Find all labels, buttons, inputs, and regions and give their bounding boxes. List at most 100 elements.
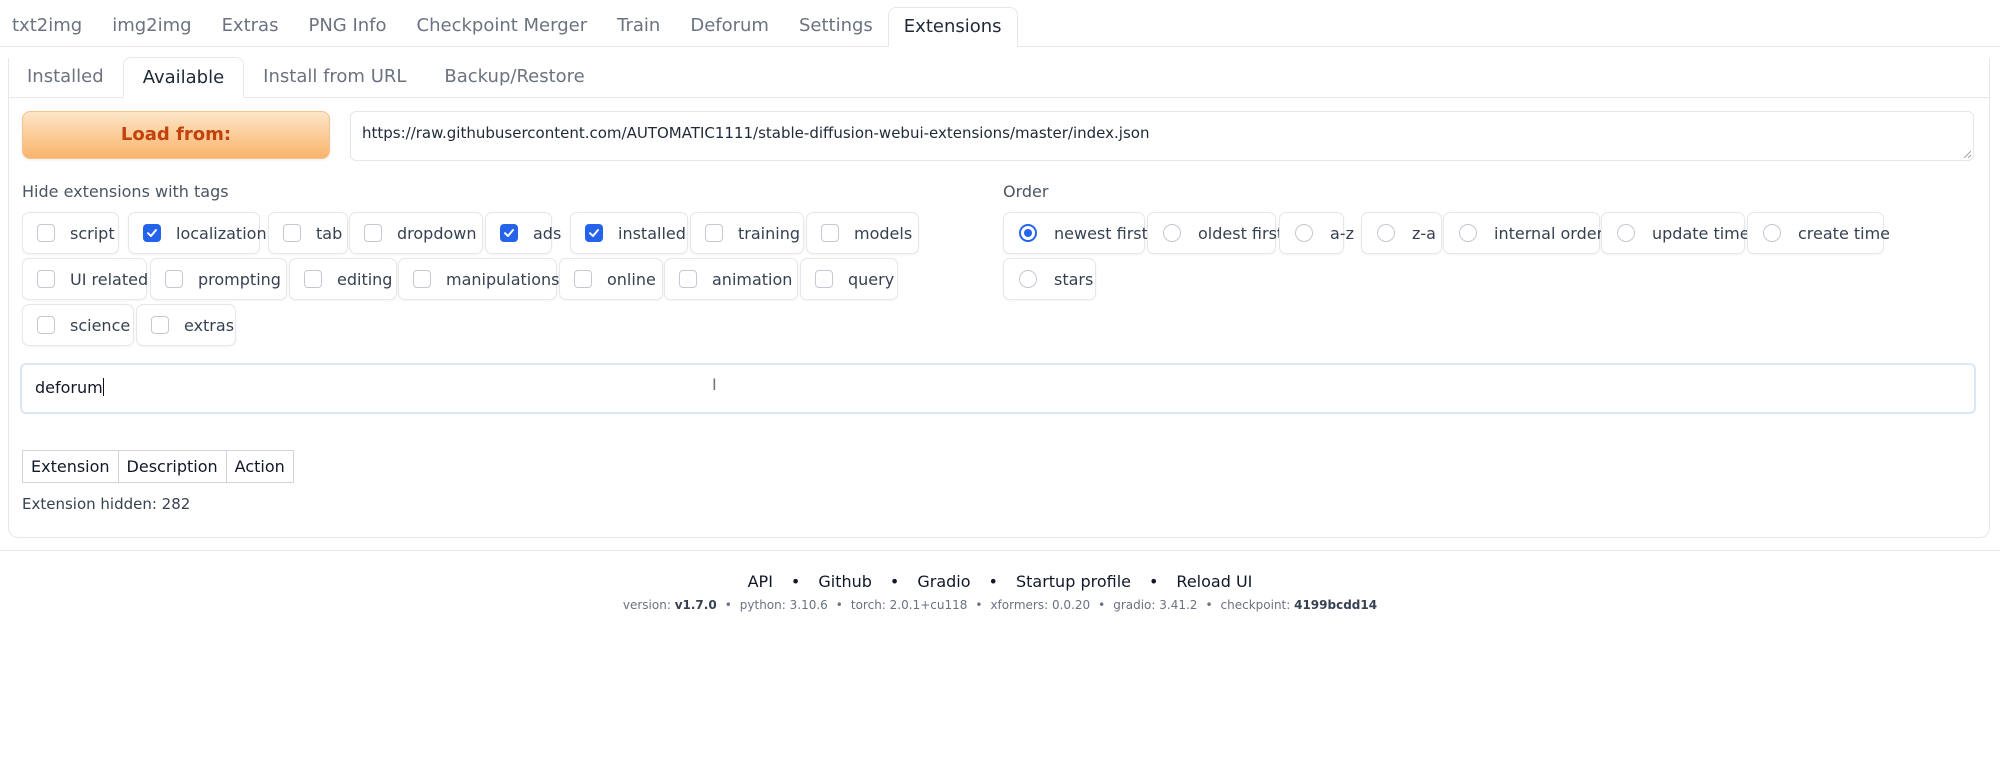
tag-checkbox-ads[interactable]: ads — [485, 212, 561, 254]
radio-unselected-icon[interactable] — [1617, 224, 1635, 242]
checkbox-checked-icon[interactable] — [500, 224, 518, 242]
version-item: checkpoint: 4199bcdd14 — [1221, 598, 1378, 612]
version-key: torch: — [850, 598, 890, 612]
checkbox-unchecked-icon[interactable] — [37, 316, 55, 334]
checkbox-unchecked-icon[interactable] — [574, 270, 592, 288]
order-label: create time — [1798, 223, 1891, 243]
hidden-count-text: Extension hidden: 282 — [22, 495, 191, 513]
order-label: stars — [1054, 269, 1094, 289]
radio-unselected-icon[interactable] — [1763, 224, 1781, 242]
footer-link-startup-profile[interactable]: Startup profile — [1016, 572, 1131, 591]
tag-checkbox-installed[interactable]: installed — [570, 212, 688, 254]
tab-extensions[interactable]: Extensions — [887, 7, 1018, 47]
version-key: python: — [739, 598, 790, 612]
footer-link-github[interactable]: Github — [818, 572, 872, 591]
order-radio-create-time[interactable]: create time — [1747, 212, 1890, 254]
version-value: 0.0.20 — [1051, 598, 1091, 612]
tag-checkbox-animation[interactable]: animation — [664, 258, 798, 300]
tag-label: tab — [316, 223, 343, 243]
checkbox-checked-icon[interactable] — [585, 224, 603, 242]
extensions-table-header: Extension Description Action — [22, 450, 294, 483]
footer-link-gradio[interactable]: Gradio — [917, 572, 970, 591]
extension-search-input[interactable]: deforum — [20, 363, 1976, 414]
radio-unselected-icon[interactable] — [1163, 224, 1181, 242]
load-from-button[interactable]: Load from: — [22, 111, 330, 159]
radio-unselected-icon[interactable] — [1377, 224, 1395, 242]
tag-checkbox-online[interactable]: online — [559, 258, 663, 300]
version-value: 2.0.1+cu118 — [889, 598, 968, 612]
footer-link-reload-ui[interactable]: Reload UI — [1176, 572, 1252, 591]
checkbox-unchecked-icon[interactable] — [413, 270, 431, 288]
column-extension[interactable]: Extension — [23, 451, 119, 482]
checkbox-unchecked-icon[interactable] — [165, 270, 183, 288]
tag-checkbox-query[interactable]: query — [800, 258, 898, 300]
footer-separator: • — [835, 598, 843, 612]
tab-extras[interactable]: Extras — [207, 7, 294, 46]
tab-png-info[interactable]: PNG Info — [293, 7, 401, 46]
tag-checkbox-prompting[interactable]: prompting — [150, 258, 287, 300]
checkbox-unchecked-icon[interactable] — [705, 224, 723, 242]
tag-checkbox-ui-related[interactable]: UI related — [22, 258, 149, 300]
order-radio-stars[interactable]: stars — [1003, 258, 1096, 300]
order-radio-a-z[interactable]: a-z — [1279, 212, 1354, 254]
order-radio-oldest-first[interactable]: oldest first — [1147, 212, 1283, 254]
footer-link-api[interactable]: API — [748, 572, 773, 591]
order-radio-internal-order[interactable]: internal order — [1443, 212, 1603, 254]
checkbox-unchecked-icon[interactable] — [821, 224, 839, 242]
radio-unselected-icon[interactable] — [1295, 224, 1313, 242]
tag-label: models — [854, 223, 913, 243]
tag-label: localization — [176, 223, 267, 243]
order-label: z-a — [1412, 223, 1436, 243]
tag-checkbox-script[interactable]: script — [22, 212, 119, 254]
tag-checkbox-manipulations[interactable]: manipulations — [398, 258, 560, 300]
resize-handle-icon[interactable] — [1963, 150, 1971, 158]
tag-label: prompting — [198, 269, 281, 289]
tag-label: UI related — [70, 269, 149, 289]
checkbox-checked-icon[interactable] — [143, 224, 161, 242]
version-value: v1.7.0 — [674, 598, 717, 612]
tag-checkbox-science[interactable]: science — [22, 304, 134, 346]
checkbox-unchecked-icon[interactable] — [679, 270, 697, 288]
checkbox-unchecked-icon[interactable] — [37, 270, 55, 288]
tab-installed[interactable]: Installed — [8, 57, 123, 97]
tab-checkpoint-merger[interactable]: Checkpoint Merger — [402, 7, 603, 46]
tab-deforum[interactable]: Deforum — [675, 7, 784, 46]
radio-selected-icon[interactable] — [1019, 224, 1037, 242]
version-key: gradio: — [1113, 598, 1160, 612]
footer-separator: • — [889, 572, 900, 591]
checkbox-unchecked-icon[interactable] — [37, 224, 55, 242]
version-key: checkpoint: — [1220, 598, 1295, 612]
tag-label: editing — [337, 269, 393, 289]
tag-checkbox-localization[interactable]: localization — [128, 212, 267, 254]
tag-checkbox-editing[interactable]: editing — [289, 258, 397, 300]
tag-checkbox-tab[interactable]: tab — [268, 212, 348, 254]
checkbox-unchecked-icon[interactable] — [151, 316, 169, 334]
tab-available[interactable]: Available — [122, 57, 245, 98]
column-action[interactable]: Action — [227, 451, 293, 482]
checkbox-unchecked-icon[interactable] — [815, 270, 833, 288]
order-radio-newest-first[interactable]: newest first — [1003, 212, 1148, 254]
column-description[interactable]: Description — [119, 451, 227, 482]
radio-unselected-icon[interactable] — [1019, 270, 1037, 288]
checkbox-unchecked-icon[interactable] — [283, 224, 301, 242]
extensions-sub-tab-bar: Installed Available Install from URL Bac… — [8, 57, 1990, 98]
tab-img2img[interactable]: img2img — [97, 7, 206, 46]
tab-train[interactable]: Train — [602, 7, 675, 46]
index-url-input[interactable]: https://raw.githubusercontent.com/AUTOMA… — [350, 111, 1974, 161]
order-radio-update-time[interactable]: update time — [1601, 212, 1750, 254]
order-label: oldest first — [1198, 223, 1284, 243]
tab-txt2img[interactable]: txt2img — [0, 7, 97, 46]
tag-checkbox-extras[interactable]: extras — [136, 304, 236, 346]
tab-install-from-url[interactable]: Install from URL — [244, 57, 425, 97]
radio-unselected-icon[interactable] — [1459, 224, 1477, 242]
version-item: torch: 2.0.1+cu118 — [851, 598, 967, 612]
order-label: Order — [1003, 182, 1049, 201]
tab-settings[interactable]: Settings — [784, 7, 888, 46]
checkbox-unchecked-icon[interactable] — [364, 224, 382, 242]
tab-backup-restore[interactable]: Backup/Restore — [425, 57, 603, 97]
tag-checkbox-training[interactable]: training — [690, 212, 804, 254]
tag-checkbox-models[interactable]: models — [806, 212, 919, 254]
order-radio-z-a[interactable]: z-a — [1361, 212, 1442, 254]
tag-checkbox-dropdown[interactable]: dropdown — [349, 212, 483, 254]
checkbox-unchecked-icon[interactable] — [304, 270, 322, 288]
